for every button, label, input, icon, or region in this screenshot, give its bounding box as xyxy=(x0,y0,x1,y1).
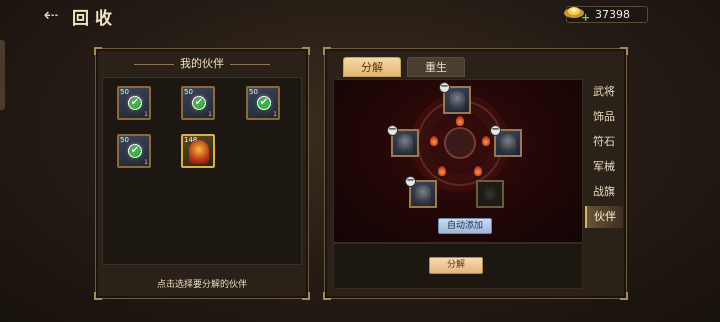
recycle-panel: 分解 重生 − − − − 自动添加 分解 武将 饰品 符石 军械 战旗 伙伴 xyxy=(323,47,628,300)
gold-amount: 37398 xyxy=(595,8,630,21)
top-bar: ⇠ 回收 + 37398 xyxy=(0,0,720,32)
ornament-divider xyxy=(134,63,174,65)
decompose-slot[interactable]: − xyxy=(387,125,419,157)
partner-portrait xyxy=(415,185,431,205)
partner-card[interactable]: 50 ✔ 1 xyxy=(117,134,151,168)
partner-level: 50 xyxy=(184,88,193,96)
empty-slot[interactable] xyxy=(476,180,504,208)
selected-check-icon: ✔ xyxy=(257,96,271,110)
partner-count: 1 xyxy=(273,111,277,118)
partner-level: 50 xyxy=(249,88,258,96)
category-partner[interactable]: 伙伴 xyxy=(585,206,623,228)
partner-list-panel: 我的伙伴 50 ✔ 1 50 ✔ 1 50 ✔ 1 50 ✔ 1 148 点击选… xyxy=(94,47,310,300)
category-armament[interactable]: 军械 xyxy=(585,156,623,178)
partner-card[interactable]: 50 ✔ 1 xyxy=(181,86,215,120)
flame-icon xyxy=(438,166,446,176)
decompose-slot[interactable]: − xyxy=(439,82,471,114)
category-general[interactable]: 武将 xyxy=(585,81,623,103)
flame-icon xyxy=(456,116,464,126)
selection-hint: 点击选择要分解的伙伴 xyxy=(156,280,247,290)
flame-icon xyxy=(430,136,438,146)
decompose-button[interactable]: 分解 xyxy=(429,257,483,274)
partner-card[interactable]: 148 xyxy=(181,134,215,168)
flame-icon xyxy=(482,136,490,146)
partner-portrait xyxy=(500,134,516,154)
add-gold-icon[interactable]: + xyxy=(581,11,590,24)
auto-add-button[interactable]: 自动添加 xyxy=(438,218,492,234)
tab-decompose[interactable]: 分解 xyxy=(343,57,401,77)
partner-portrait xyxy=(397,134,413,154)
ghost-silhouette-icon xyxy=(483,186,497,202)
selected-check-icon: ✔ xyxy=(192,96,206,110)
partner-card[interactable]: 50 ✔ 1 xyxy=(246,86,280,120)
partner-panel-title: 我的伙伴 xyxy=(180,57,224,70)
category-banner[interactable]: 战旗 xyxy=(585,181,623,203)
panel-header: 我的伙伴 xyxy=(96,55,308,71)
decompose-slot[interactable]: − xyxy=(490,125,522,157)
category-list: 武将 饰品 符石 军械 战旗 伙伴 xyxy=(585,79,623,239)
partner-count: 1 xyxy=(208,111,212,118)
partner-grid: 50 ✔ 1 50 ✔ 1 50 ✔ 1 50 ✔ 1 148 xyxy=(102,77,302,265)
ornament-divider xyxy=(230,63,270,65)
partner-count: 1 xyxy=(144,111,148,118)
flame-icon xyxy=(474,166,482,176)
selected-check-icon: ✔ xyxy=(128,96,142,110)
remove-icon[interactable]: − xyxy=(490,125,501,136)
currency-display[interactable]: + 37398 xyxy=(564,6,648,24)
remove-icon[interactable]: − xyxy=(387,125,398,136)
partner-portrait xyxy=(189,140,209,164)
yin-yang-icon xyxy=(444,127,476,159)
category-accessory[interactable]: 饰品 xyxy=(585,106,623,128)
selected-check-icon: ✔ xyxy=(128,144,142,158)
partner-card[interactable]: 50 ✔ 1 xyxy=(117,86,151,120)
tab-rebirth[interactable]: 重生 xyxy=(407,57,465,77)
partner-portrait xyxy=(449,91,465,111)
side-drawer-handle[interactable] xyxy=(0,40,5,110)
remove-icon[interactable]: − xyxy=(439,82,450,93)
page-title: 回收 xyxy=(72,9,118,29)
decompose-stage: − − − − 自动添加 xyxy=(333,79,583,243)
decompose-slot[interactable]: − xyxy=(405,176,437,208)
category-rune[interactable]: 符石 xyxy=(585,131,623,153)
remove-icon[interactable]: − xyxy=(405,176,416,187)
partner-level: 50 xyxy=(120,88,129,96)
back-arrow-icon[interactable]: ⇠ xyxy=(40,6,62,26)
partner-count: 1 xyxy=(144,159,148,166)
partner-level: 50 xyxy=(120,136,129,144)
